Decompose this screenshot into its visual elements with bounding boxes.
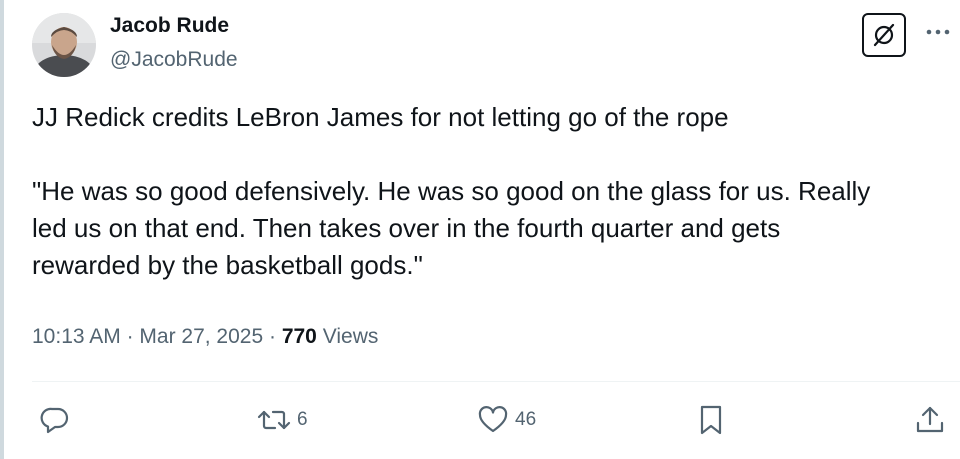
grok-button[interactable] — [862, 13, 906, 57]
tweet-time[interactable]: 10:13 AM — [32, 325, 121, 348]
bookmark-button[interactable] — [697, 402, 725, 438]
quote-line-2: led us on that end. Then takes over in t… — [32, 213, 781, 243]
avatar-image — [32, 13, 96, 77]
retweet-button[interactable]: 6 — [257, 402, 308, 438]
bookmark-icon — [700, 405, 722, 435]
author-name[interactable]: Jacob Rude — [110, 14, 229, 38]
views-label: Views — [322, 325, 379, 348]
avatar[interactable] — [32, 13, 96, 77]
more-button[interactable] — [924, 22, 952, 42]
share-icon — [916, 406, 944, 433]
meta-separator: · — [269, 325, 282, 348]
share-button[interactable] — [914, 402, 946, 438]
like-count: 46 — [515, 409, 537, 430]
views-count: 770 — [281, 325, 317, 348]
meta-separator: · — [126, 325, 140, 348]
retweet-icon — [257, 410, 291, 430]
divider — [32, 381, 960, 382]
retweet-count: 6 — [297, 409, 308, 430]
tweet-headline: JJ Redick credits LeBron James for not l… — [32, 102, 729, 132]
quote-line-1: "He was so good defensively. He was so g… — [32, 176, 871, 206]
reply-icon — [40, 407, 69, 434]
tweet-card: Jacob Rude @JacobRude JJ Redick credits … — [0, 0, 960, 459]
reply-button[interactable] — [40, 402, 76, 438]
thread-rule — [0, 0, 4, 459]
tweet-meta: 10:13 AM · Mar 27, 2025 · 770 Views — [32, 325, 378, 349]
tweet-date[interactable]: Mar 27, 2025 — [139, 325, 263, 348]
grok-icon — [873, 23, 895, 47]
author-handle[interactable]: @JacobRude — [110, 48, 238, 72]
like-button[interactable]: 46 — [477, 402, 536, 438]
more-icon — [926, 29, 950, 35]
heart-icon — [478, 406, 508, 433]
quote-line-3: rewarded by the basketball gods." — [32, 250, 423, 280]
tweet-text: JJ Redick credits LeBron James for not l… — [32, 99, 944, 284]
